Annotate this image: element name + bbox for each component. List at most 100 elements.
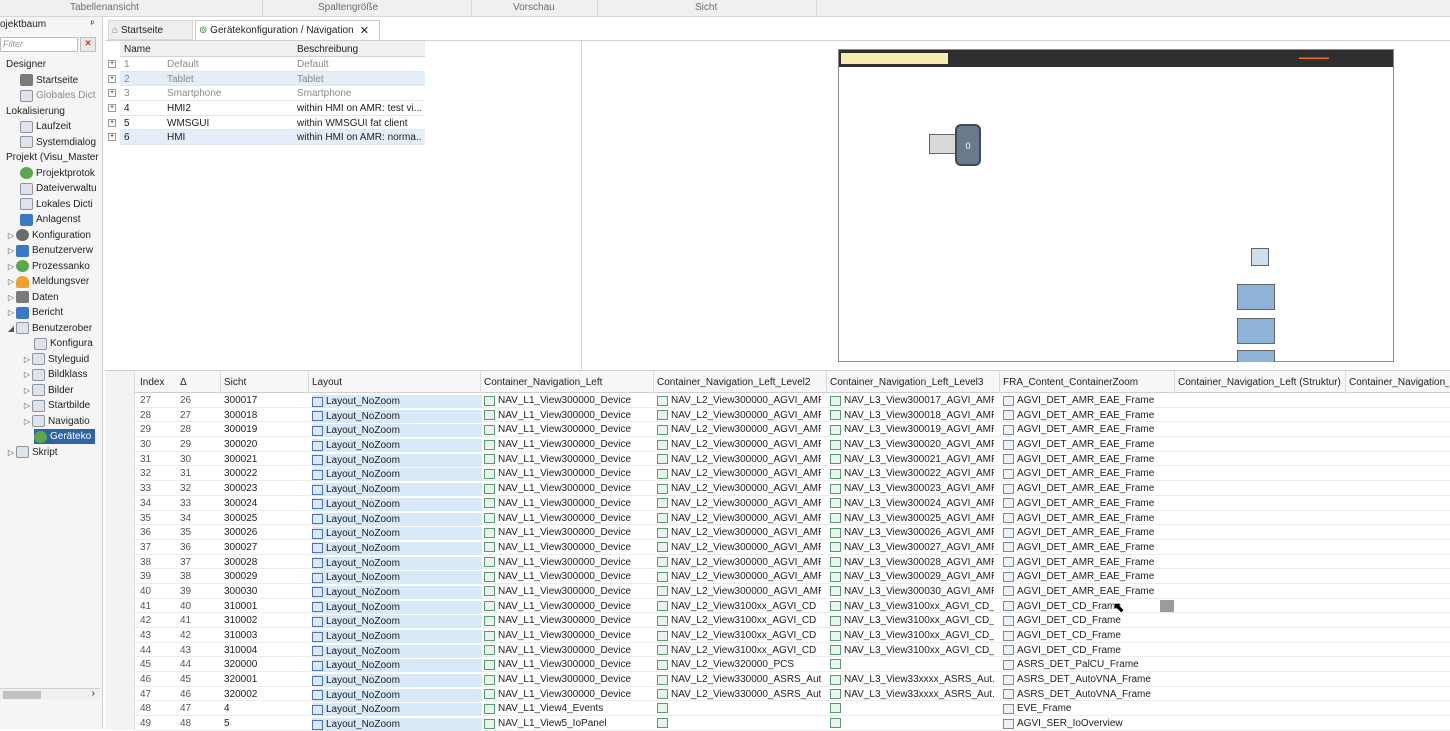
table-cell[interactable]: 41 <box>180 615 214 626</box>
tree-item[interactable]: ▷ Navigatio <box>22 414 90 429</box>
table-cell[interactable]: 32 <box>180 483 214 494</box>
table-row[interactable]: 44 43 310004 Layout_NoZoom NAV_L1_View300000… <box>135 643 1450 658</box>
table-cell[interactable]: NAV_L3_View300018_AGVI_AMR <box>830 410 994 421</box>
table-cell[interactable]: NAV_L1_View300000_Device <box>484 527 648 538</box>
table-cell[interactable]: Layout_NoZoom <box>312 483 482 497</box>
tree-item[interactable]: Dateiverwaltu <box>20 181 97 196</box>
table-cell[interactable]: NAV_L2_View3100xx_AGVI_CD <box>657 615 821 626</box>
close-tab-icon[interactable]: ✕ <box>360 21 369 41</box>
expand-arrow-icon[interactable]: ▷ <box>6 228 16 243</box>
grid-column-header[interactable]: Index <box>140 377 175 388</box>
expand-plus-icon[interactable]: + <box>108 104 116 113</box>
table-cell[interactable]: NAV_L3_View33xxxx_ASRS_Aut... <box>830 689 994 700</box>
tree-item[interactable]: ▷ Styleguid <box>22 352 89 367</box>
table-cell[interactable]: EVE_Frame <box>1003 703 1167 714</box>
preview-element[interactable] <box>1237 350 1275 362</box>
table-cell[interactable] <box>657 718 821 729</box>
table-cell[interactable]: 310001 <box>224 601 303 612</box>
table-cell[interactable]: 44 <box>180 659 214 670</box>
tree-item[interactable]: Startseite <box>20 73 78 88</box>
table-cell[interactable]: 310004 <box>224 645 303 656</box>
tree-item[interactable]: Projektprotok <box>20 166 95 181</box>
table-cell[interactable]: NAV_L1_View300000_Device <box>484 424 648 435</box>
table-row[interactable]: 45 44 320000 Layout_NoZoom NAV_L1_View300000… <box>135 657 1450 673</box>
table-cell[interactable]: NAV_L3_View300030_AGVI_AMR <box>830 586 994 597</box>
table-cell[interactable]: 29 <box>180 439 214 450</box>
table-cell[interactable]: NAV_L2_View3100xx_AGVI_CD <box>657 630 821 641</box>
expand-arrow-icon[interactable]: ▷ <box>22 367 32 382</box>
table-cell[interactable]: 320000 <box>224 659 303 670</box>
table-row[interactable]: 41 40 310001 Layout_NoZoom NAV_L1_View300000… <box>135 599 1450 614</box>
table-cell[interactable]: 39 <box>180 586 214 597</box>
table-cell[interactable]: NAV_L3_View300023_AGVI_AMR <box>830 483 994 494</box>
expand-plus-icon[interactable]: + <box>108 74 116 83</box>
device-row[interactable]: +1 Default Default <box>108 57 425 72</box>
table-cell[interactable]: 300022 <box>224 468 303 479</box>
table-cell[interactable]: 320001 <box>224 674 303 685</box>
table-row[interactable]: 43 42 310003 Layout_NoZoom NAV_L1_View300000… <box>135 628 1450 643</box>
tree-item[interactable]: ▷ Startbilde <box>22 398 90 413</box>
table-row[interactable]: 38 37 300028 Layout_NoZoom NAV_L1_View300000… <box>135 555 1450 570</box>
grid-column-header[interactable]: Layout <box>312 377 482 388</box>
expand-arrow-icon[interactable]: ▷ <box>22 352 32 367</box>
table-cell[interactable] <box>830 718 994 729</box>
table-cell[interactable]: NAV_L1_View300000_Device <box>484 557 648 568</box>
table-cell[interactable]: NAV_L2_View300000_AGVI_AMR <box>657 439 821 450</box>
table-cell[interactable]: NAV_L2_View330000_ASRS_Aut... <box>657 689 821 700</box>
expand-arrow-icon[interactable]: ▷ <box>6 243 16 258</box>
table-cell[interactable] <box>830 703 994 714</box>
table-cell[interactable]: ASRS_DET_AutoVNA_Frame <box>1003 674 1167 685</box>
grid-column-header[interactable]: Container_Navigation_Left_Level2 <box>657 377 827 388</box>
expand-arrow-icon[interactable]: ▷ <box>6 274 16 289</box>
table-cell[interactable]: NAV_L2_View300000_AGVI_AMR <box>657 468 821 479</box>
device-row[interactable]: +6 HMI within HMI on AMR: norma... <box>108 130 425 146</box>
table-cell[interactable]: 42 <box>180 630 214 641</box>
tree-item[interactable]: Lokales Dicti <box>20 197 93 212</box>
table-cell[interactable]: NAV_L2_View320000_PCS <box>657 659 821 670</box>
tree-item[interactable]: Projekt (Visu_Master <box>6 150 99 165</box>
table-cell[interactable]: NAV_L3_View300027_AGVI_AMR <box>830 542 994 553</box>
tab-geraetekonfiguration[interactable]: ⊚ Gerätekonfiguration / Navigation ✕ <box>195 20 380 40</box>
table-cell[interactable]: NAV_L1_View300000_Device <box>484 513 648 524</box>
table-cell[interactable]: 32 <box>140 468 169 479</box>
table-cell[interactable]: NAV_L1_View300000_Device <box>484 454 648 465</box>
table-cell[interactable]: 33 <box>180 498 214 509</box>
expand-arrow-icon[interactable]: ▷ <box>22 383 32 398</box>
table-cell[interactable]: AGVI_DET_AMR_EAE_Frame <box>1003 527 1167 538</box>
table-cell[interactable]: NAV_L1_View300000_Device <box>484 689 648 700</box>
splitter[interactable] <box>581 41 582 370</box>
table-cell[interactable]: AGVI_SER_IoOverview <box>1003 718 1167 729</box>
table-cell[interactable]: NAV_L1_View300000_Device <box>484 630 648 641</box>
table-cell[interactable]: NAV_L3_View3100xx_AGVI_CD_... <box>830 601 994 612</box>
table-cell[interactable]: Layout_NoZoom <box>312 439 482 453</box>
toolbar-table-view[interactable]: Tabellenansicht <box>70 2 139 13</box>
grid-column-header[interactable]: Container_Navigation_Left_Level3 <box>830 377 1000 388</box>
table-cell[interactable]: 46 <box>180 689 214 700</box>
expand-arrow-icon[interactable]: ▷ <box>6 259 16 274</box>
table-cell[interactable]: AGVI_DET_AMR_EAE_Frame <box>1003 586 1167 597</box>
table-row[interactable]: 31 30 300021 Layout_NoZoom NAV_L1_View300000… <box>135 452 1450 467</box>
table-cell[interactable]: 37 <box>180 557 214 568</box>
table-row[interactable]: 39 38 300029 Layout_NoZoom NAV_L1_View300000… <box>135 569 1450 585</box>
table-cell[interactable]: Layout_NoZoom <box>312 703 482 717</box>
table-cell[interactable]: AGVI_DET_AMR_EAE_Frame <box>1003 439 1167 450</box>
tree-item[interactable]: Anlagenst <box>20 212 80 227</box>
table-cell[interactable]: NAV_L3_View300025_AGVI_AMR <box>830 513 994 524</box>
preview-element[interactable] <box>1237 284 1275 310</box>
table-row[interactable]: 32 31 300022 Layout_NoZoom NAV_L1_View300000… <box>135 466 1450 482</box>
table-cell[interactable]: 48 <box>180 718 214 729</box>
table-cell[interactable]: Layout_NoZoom <box>312 688 482 702</box>
table-cell[interactable]: AGVI_DET_CD_Frame <box>1003 615 1167 626</box>
clear-filter-icon[interactable]: ✕ <box>80 37 96 52</box>
cell-scroll-handle[interactable] <box>1160 600 1174 612</box>
table-cell[interactable]: 300020 <box>224 439 303 450</box>
table-cell[interactable]: NAV_L1_View300000_Device <box>484 483 648 494</box>
grid-column-header[interactable]: Sicht <box>224 377 309 388</box>
table-cell[interactable]: 49 <box>140 718 169 729</box>
table-cell[interactable]: 48 <box>140 703 169 714</box>
table-cell[interactable]: 35 <box>140 513 169 524</box>
table-cell[interactable]: NAV_L2_View3100xx_AGVI_CD <box>657 645 821 656</box>
expand-arrow-icon[interactable]: ▷ <box>22 414 32 429</box>
device-row[interactable]: +3 Smartphone Smartphone <box>108 86 425 102</box>
table-row[interactable]: 48 47 4 Layout_NoZoom NAV_L1_View4_Events EVE… <box>135 701 1450 717</box>
